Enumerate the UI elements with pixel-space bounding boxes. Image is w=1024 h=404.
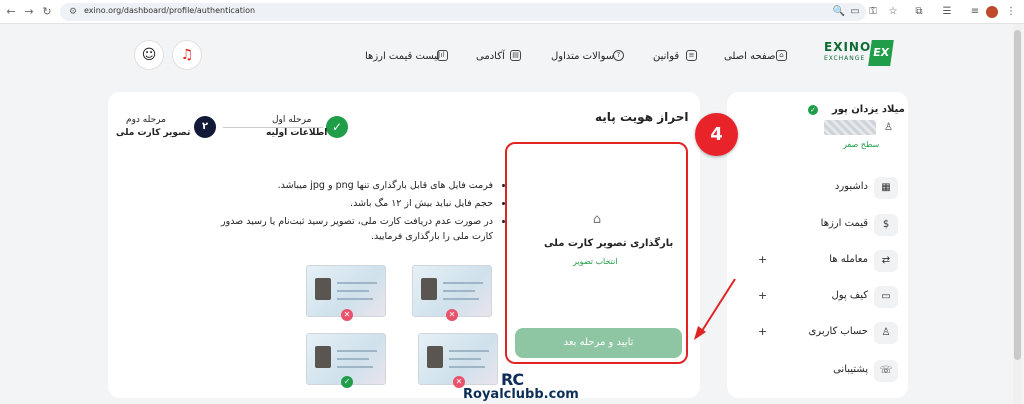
faq-icon: ? [613,50,624,61]
sidebar-item-label: پشتیبانی [833,364,868,375]
expand-icon[interactable]: + [758,289,767,302]
scrollbar-thumb[interactable] [1014,30,1021,360]
sidebar-item-support[interactable]: ☏ پشتیبانی [750,358,898,386]
rules-icon: ≡ [686,50,697,61]
logo-badge: EX [868,40,894,66]
sidebar-item-label: داشبورد [834,181,868,192]
expand-icon[interactable]: + [758,325,767,338]
camera-icon: ⌂ [592,212,602,227]
sidebar-item-label: معامله ها [829,254,868,265]
upload-rules-list: فرمت فایل های قابل بارگذاری تنها png و j… [200,178,505,247]
sidebar-item-trades[interactable]: ⇄ معامله ها + [750,248,898,276]
confirm-next-button[interactable]: تایید و مرحله بعد [515,328,682,358]
select-image-link[interactable]: انتخاب تصویر [573,257,617,266]
sidebar-item-wallet[interactable]: ▭ کیف پول + [750,284,898,312]
sidebar-item-label: قیمت ارزها [820,218,868,229]
correct-mark-icon: ✓ [341,376,353,388]
expand-icon[interactable]: + [758,253,767,266]
menu-icon[interactable]: ⋮ [1004,5,1018,19]
step-connector [223,127,323,128]
cast-icon[interactable]: ▭ [848,5,862,19]
watermark-site: Royalclubb.com [463,387,579,402]
sidebar-item-dashboard[interactable]: ▦ داشبورد [750,175,898,203]
exino-logo[interactable]: EXINO EXCHANGE EX [824,40,894,76]
rule-item: حجم فایل نباید بیش از ۱۲ مگ باشد. [200,196,493,211]
rule-item: در صورت عدم دریافت کارت ملی، تصویر رسید … [200,214,493,244]
user-level: سطح صفر [843,140,880,149]
step2-number: ۲ [194,116,216,138]
academy-icon: ▤ [510,50,521,61]
support-icon: ☏ [874,360,898,382]
step1-check-icon: ✓ [326,116,348,138]
rule-item: فرمت فایل های قابل بارگذاری تنها png و j… [200,178,493,193]
zoom-icon[interactable]: 🔍 [832,5,846,19]
bookmark-star-icon[interactable]: ☆ [886,5,900,19]
trade-icon: ⇄ [874,250,898,272]
step1-subtitle: اطلاعات اولیه [266,128,328,138]
nav-home[interactable]: صفحه اصلی [724,51,775,62]
key-icon[interactable]: ⚿ [866,5,880,19]
nav-faq[interactable]: سوالات متداول [551,51,614,62]
sidebar [727,92,908,398]
url-text[interactable]: exino.org/dashboard/profile/authenticati… [84,6,255,15]
home-icon: ⌂ [776,50,787,61]
reading-list-icon[interactable]: ☰ [940,5,954,19]
upload-title: بارگذاری تصویر کارت ملی [544,238,674,249]
price-icon: $ [874,214,898,236]
media-icon[interactable]: ≡ [968,5,982,19]
extensions-icon[interactable]: ⧉ [912,5,926,19]
logo-subtext: EXCHANGE [824,55,866,62]
user-icon: ☺ [141,47,157,63]
step1-title: مرحله اول [272,115,312,125]
annotation-arrow [694,278,736,340]
wrong-mark-icon: ✕ [341,309,353,321]
sidebar-item-account[interactable]: ♙ حساب کاربری + [750,320,898,348]
profile-avatar[interactable] [986,6,998,18]
notification-button[interactable]: ♫ [172,40,202,70]
sidebar-item-label: حساب کاربری [808,326,868,337]
blurred-user-id [824,120,876,135]
user-outline-icon: ♙ [884,122,893,133]
forward-icon[interactable]: → [22,5,36,19]
bell-icon: ♫ [180,47,194,63]
nav-academy[interactable]: آکادمی [476,51,505,62]
dashboard-icon: ▦ [874,177,898,199]
wrong-mark-icon: ✕ [446,309,458,321]
user-name: میلاد یزدان پور [832,104,905,115]
sidebar-item-prices[interactable]: $ قیمت ارزها [750,212,898,240]
profile-button[interactable]: ☺ [134,40,164,70]
sidebar-item-label: کیف پول [831,290,868,301]
nav-prices[interactable]: لیست قیمت ارزها [365,51,440,62]
step2-title: مرحله دوم [126,115,166,125]
reload-icon[interactable]: ↻ [40,5,54,19]
nav-rules[interactable]: قوانین [653,51,679,62]
verified-icon: ✓ [808,105,818,115]
logo-text: EXINO [824,40,872,54]
user-icon: ♙ [874,322,898,344]
back-icon[interactable]: ← [4,5,18,19]
page-title: احراز هویت پایه [595,110,689,124]
wallet-icon: ▭ [874,286,898,308]
step2-subtitle: تصویر کارت ملی [116,128,191,138]
step-annotation-badge: 4 [695,113,738,156]
site-info-icon[interactable]: ⚙ [66,5,80,19]
